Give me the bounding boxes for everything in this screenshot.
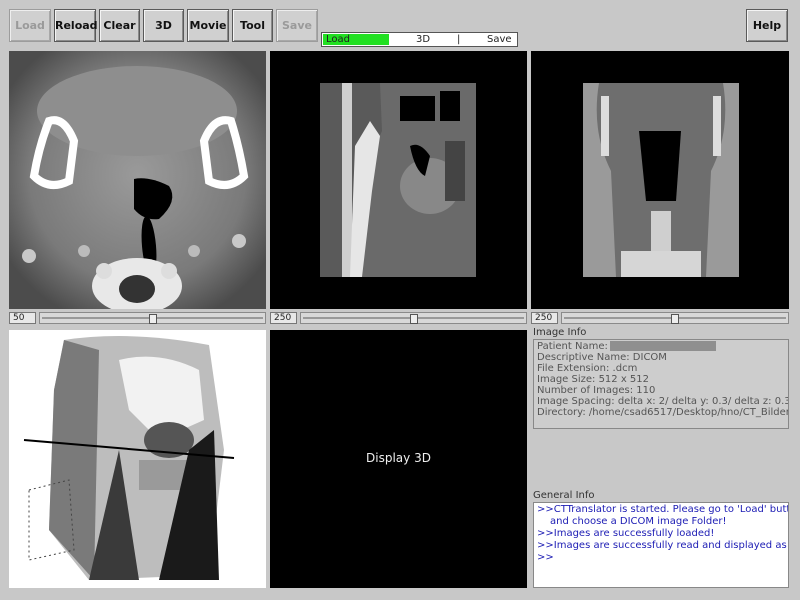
coronal-ct-image xyxy=(583,83,739,277)
axial-view[interactable] xyxy=(9,51,266,309)
image-size: Image Size: 512 x 512 xyxy=(537,374,650,385)
log-line: >>Images are successfully read and displ… xyxy=(537,540,789,551)
coronal-slider-track[interactable] xyxy=(561,312,789,324)
sagittal-view[interactable] xyxy=(270,51,527,309)
sagittal-ct-image xyxy=(320,83,476,277)
sagittal-slider[interactable]: 250 xyxy=(270,312,527,324)
directory: Directory: /home/csad6517/Desktop/hno/CT… xyxy=(537,407,789,418)
image-info-panel: Patient Name: Descriptive Name: DICOM Fi… xyxy=(533,339,789,429)
progress-step-3d: 3D xyxy=(416,34,431,45)
axial-slider[interactable]: 50 xyxy=(9,312,266,324)
3d-volume-image xyxy=(23,336,235,580)
log-line: >>Images are successfully loaded! xyxy=(537,528,715,539)
workflow-progress-bar: Load 3D | Save xyxy=(321,32,518,47)
axial-slider-thumb[interactable] xyxy=(149,314,157,324)
reload-button[interactable]: Reload xyxy=(54,9,98,42)
sagittal-slider-track[interactable] xyxy=(300,312,527,324)
patient-name-row: Patient Name: xyxy=(537,341,785,352)
coronal-slice-value: 250 xyxy=(531,312,558,324)
help-button[interactable]: Help xyxy=(746,9,788,42)
image-info-title: Image Info xyxy=(533,327,587,338)
general-info-title: General Info xyxy=(533,490,595,501)
3d-button[interactable]: 3D xyxy=(143,9,184,42)
descriptive-name: Descriptive Name: DICOM xyxy=(537,352,667,363)
axial-slider-track[interactable] xyxy=(39,312,266,324)
patient-name-redacted xyxy=(609,341,716,351)
movie-button[interactable]: Movie xyxy=(187,9,229,42)
log-line: >> xyxy=(537,552,554,563)
save-button[interactable]: Save xyxy=(276,9,318,42)
display-3d-label: Display 3D xyxy=(366,451,431,465)
clear-button[interactable]: Clear xyxy=(99,9,140,42)
display-3d-panel[interactable]: Display 3D xyxy=(270,330,527,588)
general-info-log[interactable]: >>CTTranslator is started. Please go to … xyxy=(533,502,789,588)
axial-slice-value: 50 xyxy=(9,312,36,324)
sagittal-slider-thumb[interactable] xyxy=(410,314,418,324)
log-line: >>CTTranslator is started. Please go to … xyxy=(537,504,789,515)
image-spacing: Image Spacing: delta x: 2/ delta y: 0.3/… xyxy=(537,396,789,407)
progress-step-load: Load xyxy=(326,34,350,45)
coronal-slider-thumb[interactable] xyxy=(671,314,679,324)
progress-separator: | xyxy=(457,34,461,45)
3d-render-view[interactable] xyxy=(9,330,266,588)
log-line: and choose a DICOM image Folder! xyxy=(550,516,727,527)
number-of-images: Number of Images: 110 xyxy=(537,385,656,396)
progress-step-save: Save xyxy=(487,34,512,45)
tool-button[interactable]: Tool xyxy=(232,9,273,42)
axial-ct-image xyxy=(9,51,266,309)
coronal-view[interactable] xyxy=(531,51,789,309)
file-extension: File Extension: .dcm xyxy=(537,363,638,374)
sagittal-slice-value: 250 xyxy=(270,312,297,324)
load-button[interactable]: Load xyxy=(9,9,51,42)
coronal-slider[interactable]: 250 xyxy=(531,312,789,324)
